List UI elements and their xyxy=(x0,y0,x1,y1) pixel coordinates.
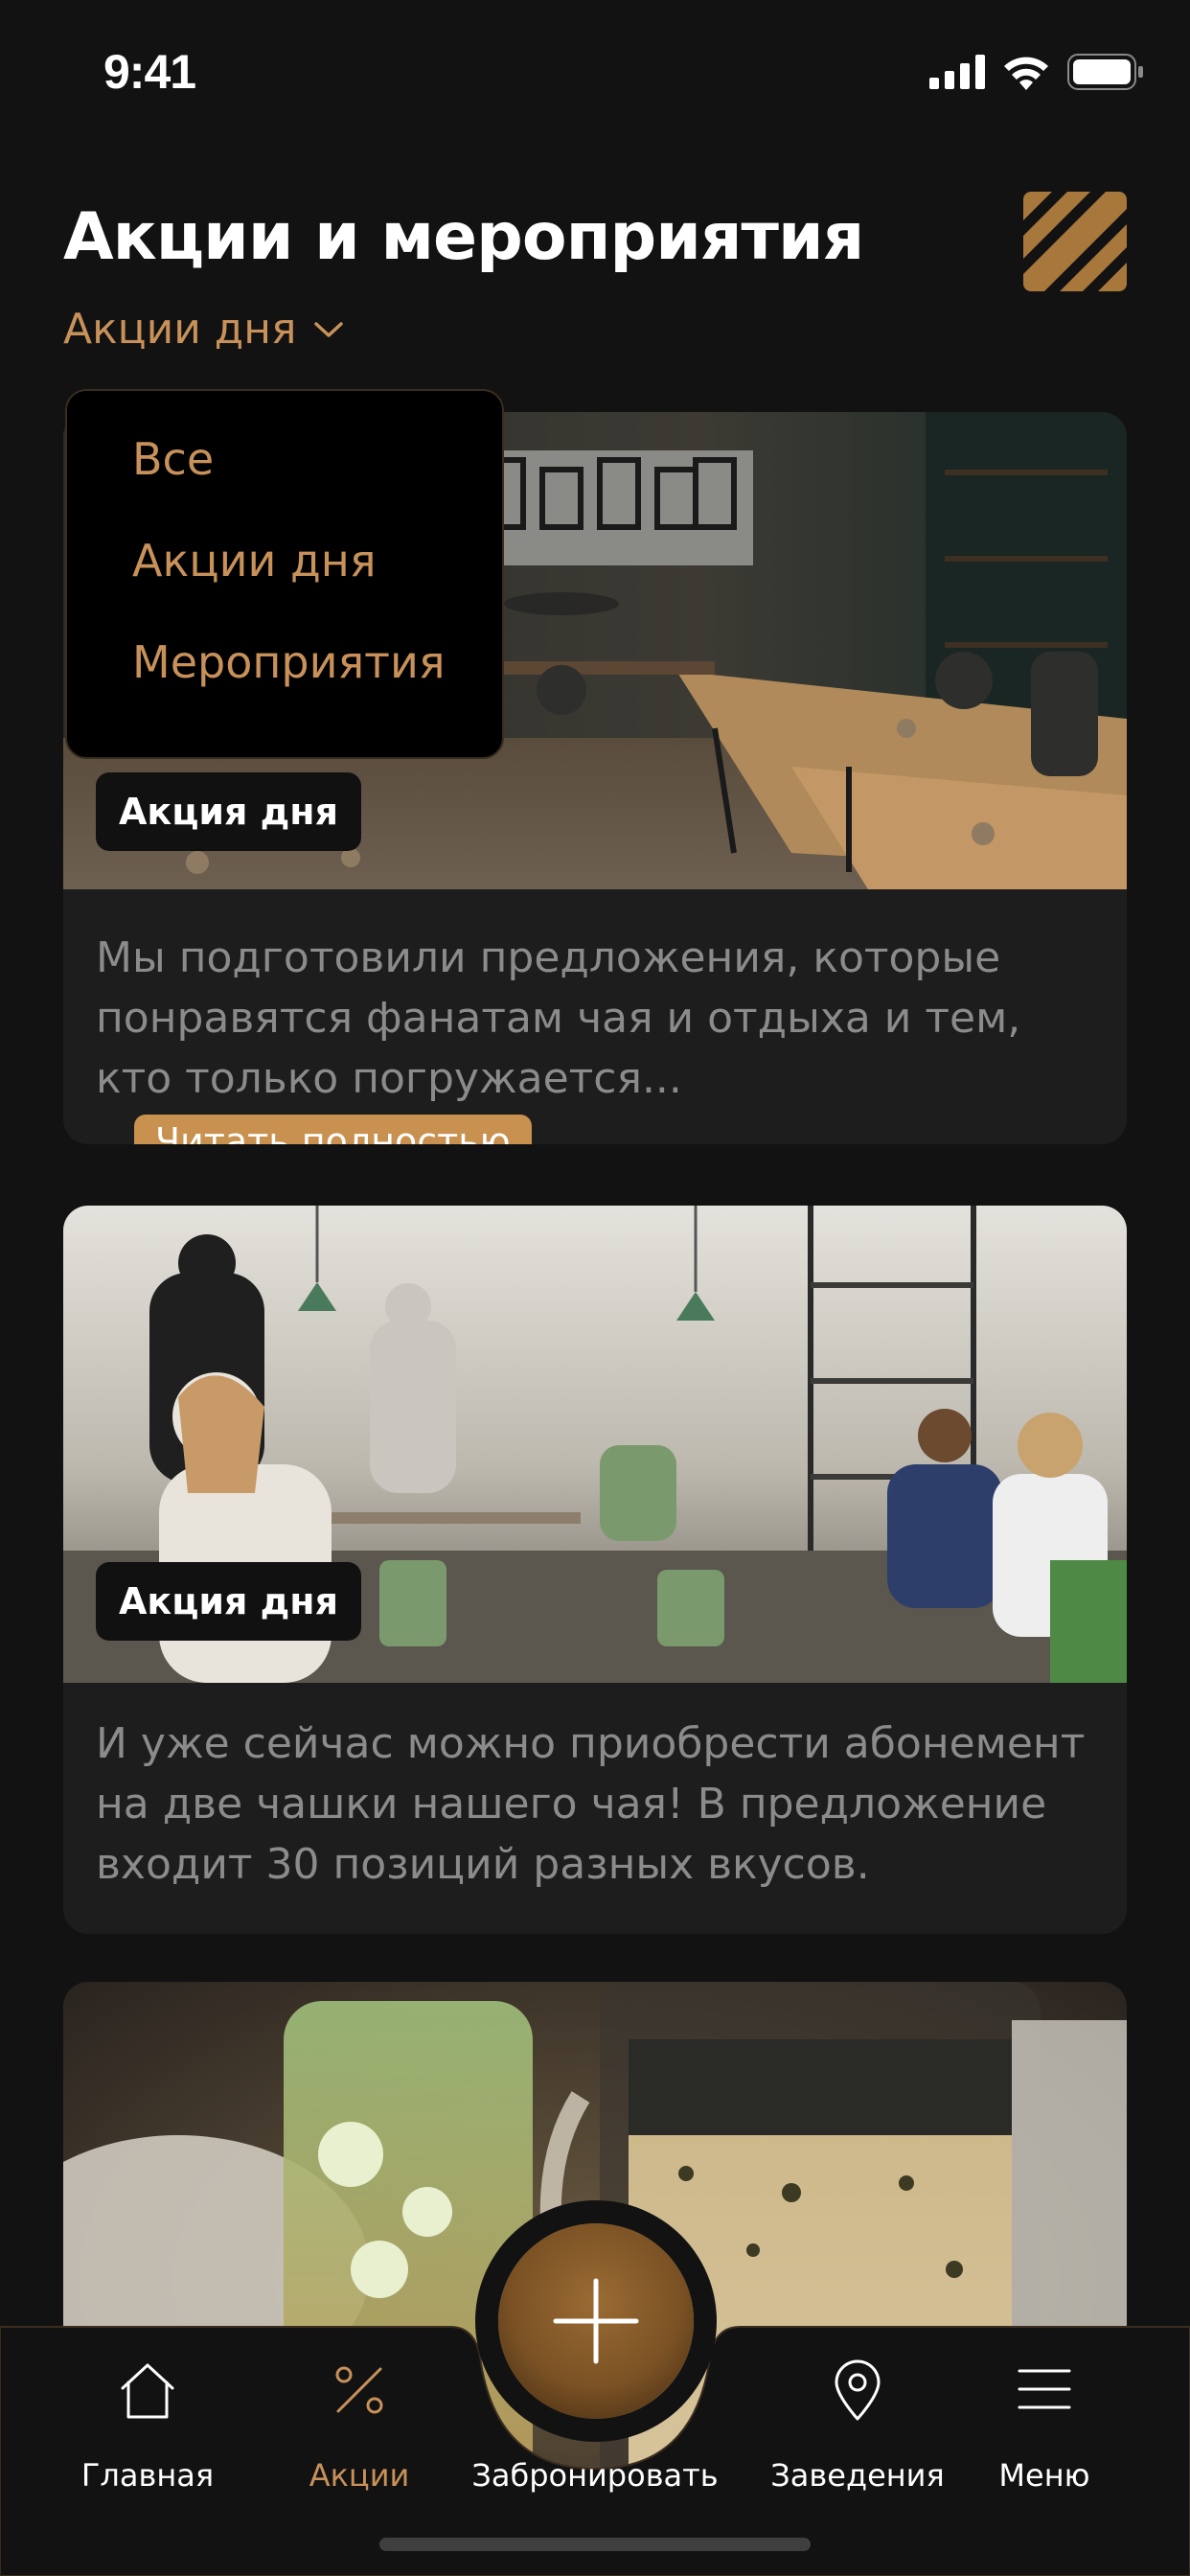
nav-label-menu: Меню xyxy=(998,2457,1090,2494)
status-icons xyxy=(929,54,1144,90)
battery-icon xyxy=(1067,54,1143,90)
chevron-down-icon xyxy=(314,321,344,337)
plus-icon xyxy=(553,2278,639,2364)
home-icon xyxy=(121,2363,174,2419)
home-indicator[interactable] xyxy=(379,2538,811,2551)
filter-label: Акции дня xyxy=(63,305,297,354)
category-dropdown-menu: Все Акции дня Мероприятия xyxy=(65,389,504,759)
page-title: Акции и мероприятия xyxy=(63,199,864,275)
brand-logo xyxy=(1023,192,1127,291)
nav-label-venues: Заведения xyxy=(770,2457,945,2494)
dropdown-item-daily-promos[interactable]: Акции дня xyxy=(132,535,377,586)
read-more-button[interactable]: Читать полностью xyxy=(134,1115,532,1144)
dropdown-item-all[interactable]: Все xyxy=(132,433,214,485)
promo-badge: Акция дня xyxy=(96,772,361,851)
signal-icon xyxy=(929,55,985,89)
nav-item-home[interactable]: Главная xyxy=(71,2325,224,2545)
promo-card[interactable]: Акция дня И уже сейчас можно приобрести … xyxy=(63,1206,1127,1934)
nav-item-promos[interactable]: Акции xyxy=(287,2325,431,2545)
promo-description: И уже сейчас можно приобрести абонемент … xyxy=(96,1719,1086,1889)
status-bar: 9:41 xyxy=(0,0,1190,144)
promo-badge: Акция дня xyxy=(96,1562,361,1641)
category-filter-dropdown[interactable]: Акции дня xyxy=(63,305,344,354)
nav-item-venues[interactable]: Заведения xyxy=(767,2325,949,2545)
status-time: 9:41 xyxy=(103,45,196,99)
nav-item-menu[interactable]: Меню xyxy=(987,2325,1102,2545)
promo-description-text: Мы подготовили предложения, которые понр… xyxy=(96,933,1021,1103)
percent-icon xyxy=(335,2366,383,2414)
nav-label-book: Забронировать xyxy=(471,2457,719,2494)
location-pin-icon xyxy=(835,2359,881,2421)
book-table-button[interactable] xyxy=(498,2223,694,2419)
menu-icon xyxy=(1018,2369,1071,2409)
nav-label-promos: Акции xyxy=(309,2457,410,2494)
nav-label-home: Главная xyxy=(80,2457,215,2494)
promo-description: Мы подготовили предложения, которые понр… xyxy=(96,928,1092,1144)
dropdown-item-events[interactable]: Мероприятия xyxy=(132,636,446,688)
wifi-icon xyxy=(1004,57,1048,90)
